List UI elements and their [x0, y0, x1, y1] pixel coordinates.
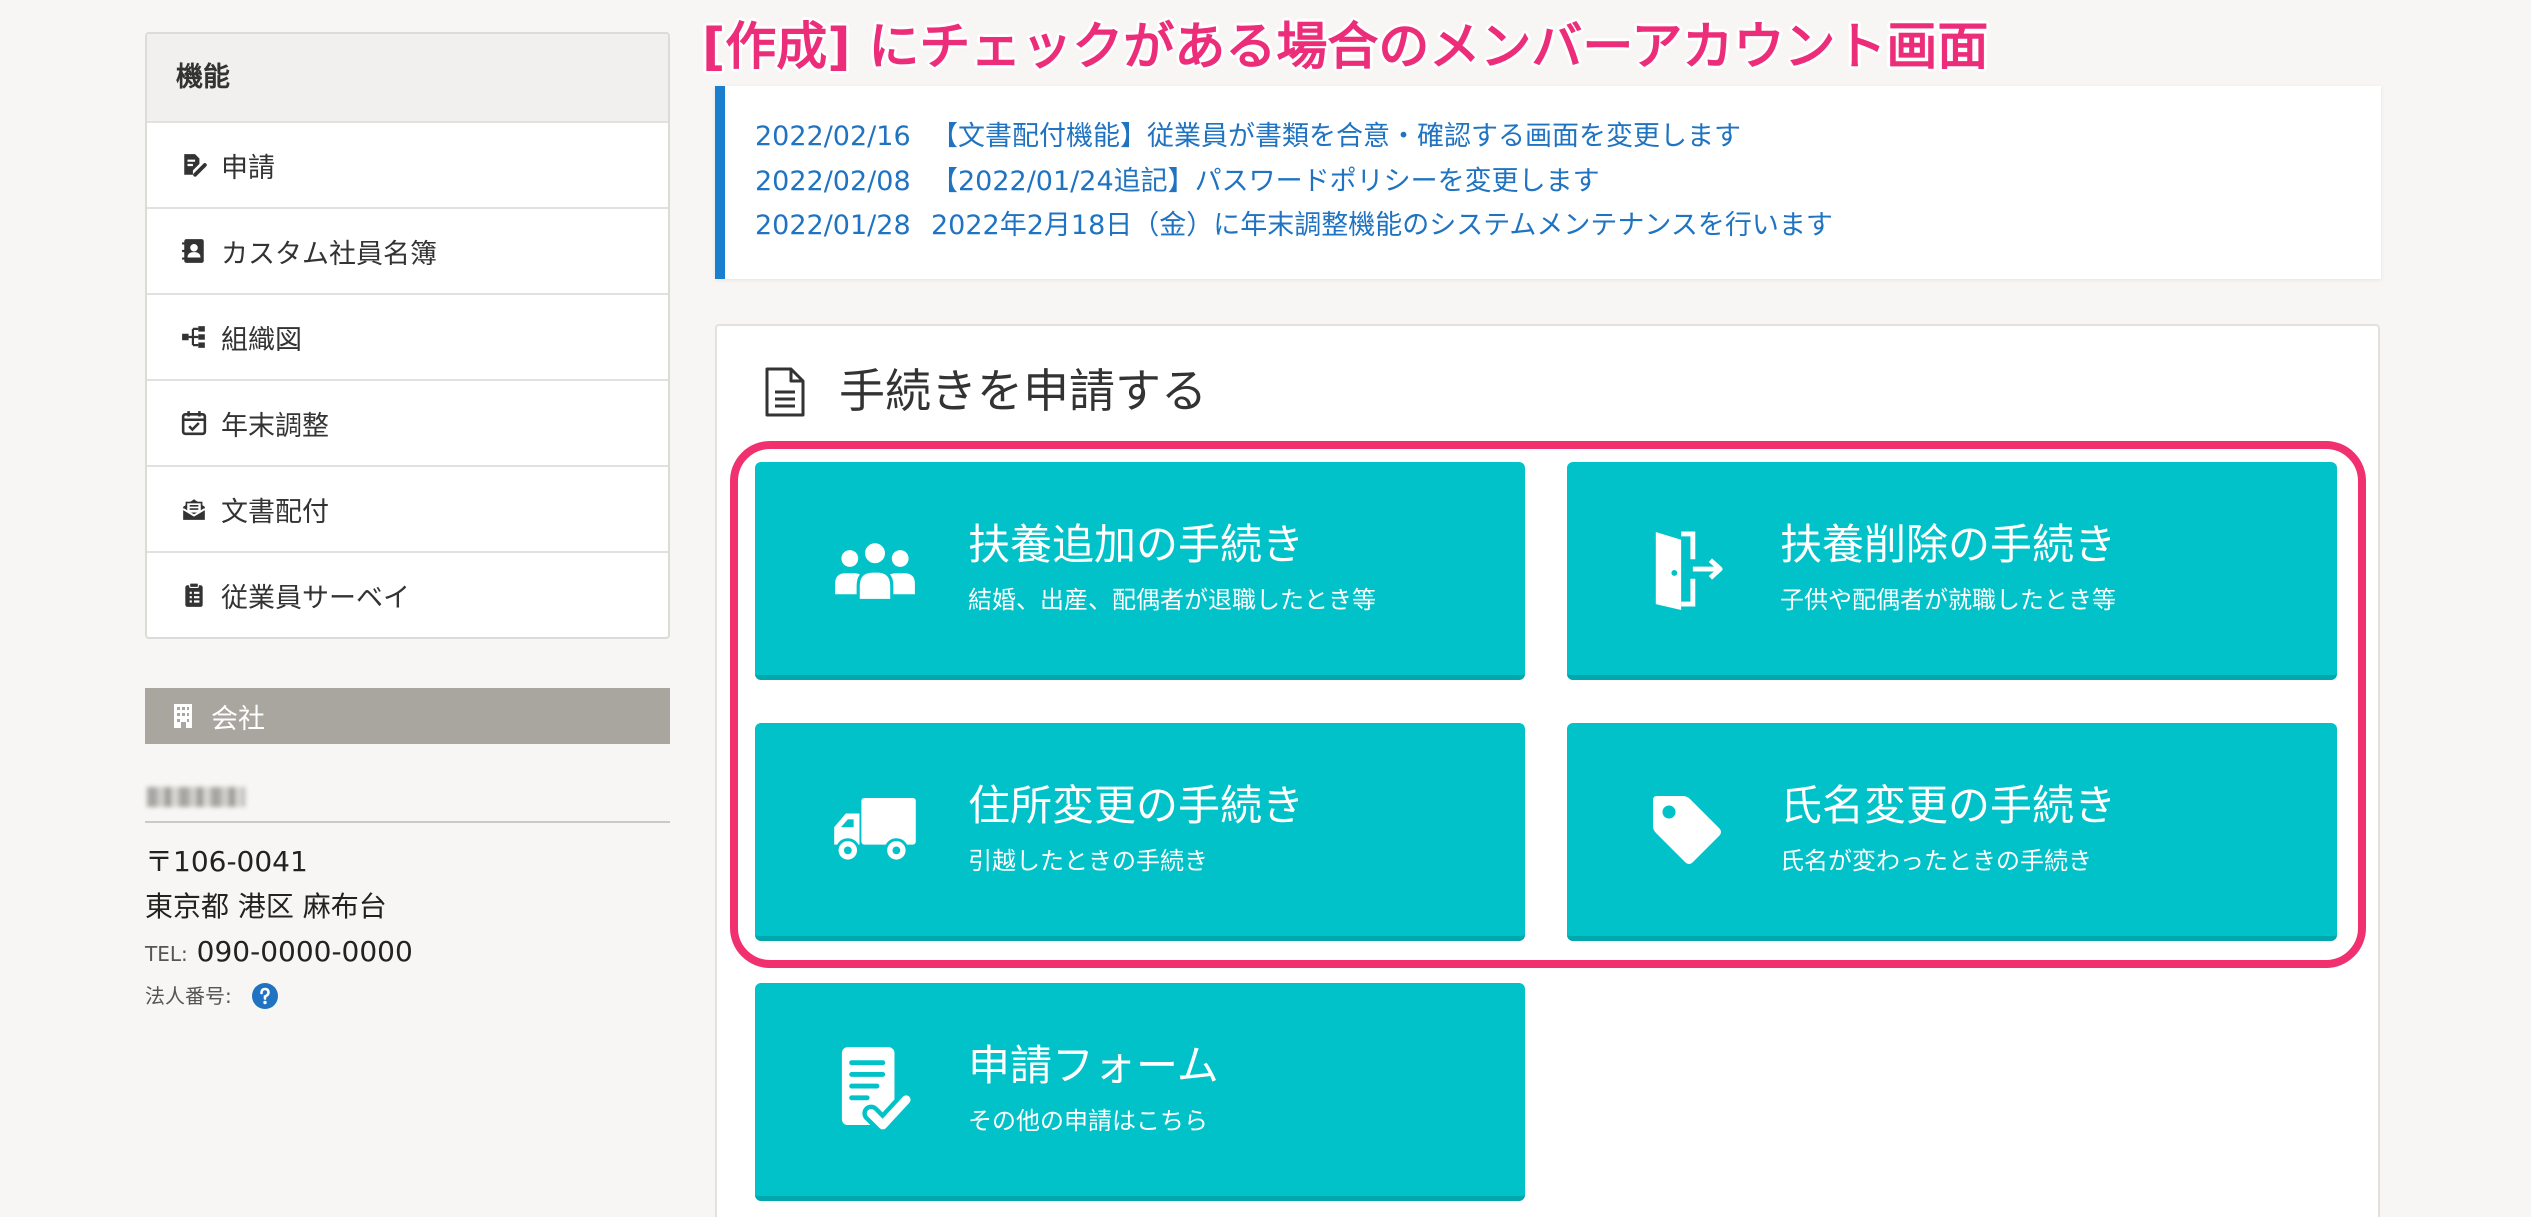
- notice-box: 2022/02/16 【文書配付機能】従業員が書類を合意・確認する画面を変更しま…: [715, 86, 2381, 279]
- building-icon: [171, 703, 195, 729]
- door-exit-icon: [1639, 520, 1735, 618]
- notice-date: 2022/02/08: [755, 165, 911, 197]
- company-section-title: 会社: [211, 703, 265, 735]
- sidebar-item-label: 年末調整: [221, 410, 329, 442]
- sidebar-menu: 機能 申請 カスタム社員名簿 組織図 年末調整 文書配付 従業員サーベイ: [145, 32, 670, 639]
- corporate-number-label: 法人番号:: [145, 984, 232, 1008]
- company-name-redacted: [147, 787, 245, 807]
- tile-name-change[interactable]: 氏名変更の手続き 氏名が変わったときの手続き: [1567, 723, 2337, 941]
- envelope-open-text-icon: [181, 496, 207, 522]
- sidebar-item-label: 申請: [221, 152, 275, 184]
- annotation-title: [作成] にチェックがある場合のメンバーアカウント画面: [702, 18, 1989, 77]
- tile-add-dependent[interactable]: 扶養追加の手続き 結婚、出産、配偶者が退職したとき等: [755, 462, 1525, 680]
- file-signature-icon: [181, 152, 207, 178]
- tile-address-change[interactable]: 住所変更の手続き 引越したときの手続き: [755, 723, 1525, 941]
- procedures-heading: 手続きを申請する: [839, 364, 1207, 418]
- tag-icon: [1639, 781, 1735, 879]
- help-icon[interactable]: [252, 983, 278, 1009]
- tile-subtitle: 引越したときの手続き: [968, 847, 1208, 875]
- tile-subtitle: 氏名が変わったときの手続き: [1780, 847, 2092, 875]
- sidebar-item-document-distribution[interactable]: 文書配付: [147, 465, 668, 551]
- tile-subtitle: その他の申請はこちら: [968, 1107, 1208, 1135]
- sidebar-item-custom-employee-directory[interactable]: カスタム社員名簿: [147, 207, 668, 293]
- company-postal-code: 〒106-0041: [145, 845, 308, 878]
- tel-number: 090-0000-0000: [196, 935, 413, 968]
- notice-item[interactable]: 2022/02/16 【文書配付機能】従業員が書類を合意・確認する画面を変更しま…: [755, 115, 2381, 160]
- tile-title: 氏名変更の手続き: [1780, 781, 2117, 830]
- sidebar-header: 機能: [147, 34, 668, 121]
- tile-subtitle: 子供や配偶者が就職したとき等: [1780, 586, 2116, 614]
- truck-icon: [827, 781, 923, 879]
- notice-title: 【2022/01/24追記】パスワードポリシーを変更します: [931, 165, 1600, 197]
- sitemap-icon: [181, 324, 207, 350]
- company-tel: TEL: 090-0000-0000: [145, 933, 413, 973]
- notice-date: 2022/02/16: [755, 121, 911, 152]
- notice-title: 2022年2月18日（金）に年末調整機能のシステムメンテナンスを行います: [931, 210, 1833, 241]
- sidebar-item-org-chart[interactable]: 組織図: [147, 293, 668, 379]
- calendar-check-icon: [181, 410, 207, 436]
- divider: [145, 821, 670, 823]
- sidebar-item-label: カスタム社員名簿: [221, 238, 437, 270]
- tile-subtitle: 結婚、出産、配偶者が退職したとき等: [968, 586, 1376, 614]
- tile-application-form[interactable]: 申請フォーム その他の申請はこちら: [755, 983, 1525, 1201]
- company-address: 東京都 港区 麻布台: [145, 890, 387, 923]
- users-icon: [827, 520, 923, 618]
- tile-title: 扶養削除の手続き: [1780, 520, 2117, 569]
- document-icon: [763, 366, 807, 418]
- sidebar-item-label: 組織図: [221, 324, 302, 356]
- sidebar-item-employee-survey[interactable]: 従業員サーベイ: [147, 551, 668, 637]
- clipboard-list-icon: [181, 582, 207, 608]
- notice-title: 【文書配付機能】従業員が書類を合意・確認する画面を変更します: [931, 121, 1741, 152]
- tile-title: 住所変更の手続き: [968, 781, 1305, 830]
- address-book-icon: [181, 238, 207, 264]
- sidebar-item-label: 従業員サーベイ: [221, 582, 410, 614]
- sidebar-item-label: 文書配付: [221, 496, 329, 528]
- file-check-icon: [827, 1041, 923, 1139]
- tile-title: 扶養追加の手続き: [968, 520, 1305, 569]
- notice-date: 2022/01/28: [755, 210, 911, 241]
- sidebar-item-application[interactable]: 申請: [147, 121, 668, 207]
- company-section-header: 会社: [145, 688, 670, 744]
- notice-item[interactable]: 2022/01/28 2022年2月18日（金）に年末調整機能のシステムメンテナ…: [755, 204, 2381, 249]
- notice-item[interactable]: 2022/02/08 【2022/01/24追記】パスワードポリシーを変更します: [755, 160, 2381, 205]
- sidebar-item-year-end-adjustment[interactable]: 年末調整: [147, 379, 668, 465]
- tile-title: 申請フォーム: [968, 1041, 1219, 1090]
- tile-remove-dependent[interactable]: 扶養削除の手続き 子供や配偶者が就職したとき等: [1567, 462, 2337, 680]
- tel-label: TEL:: [145, 942, 188, 966]
